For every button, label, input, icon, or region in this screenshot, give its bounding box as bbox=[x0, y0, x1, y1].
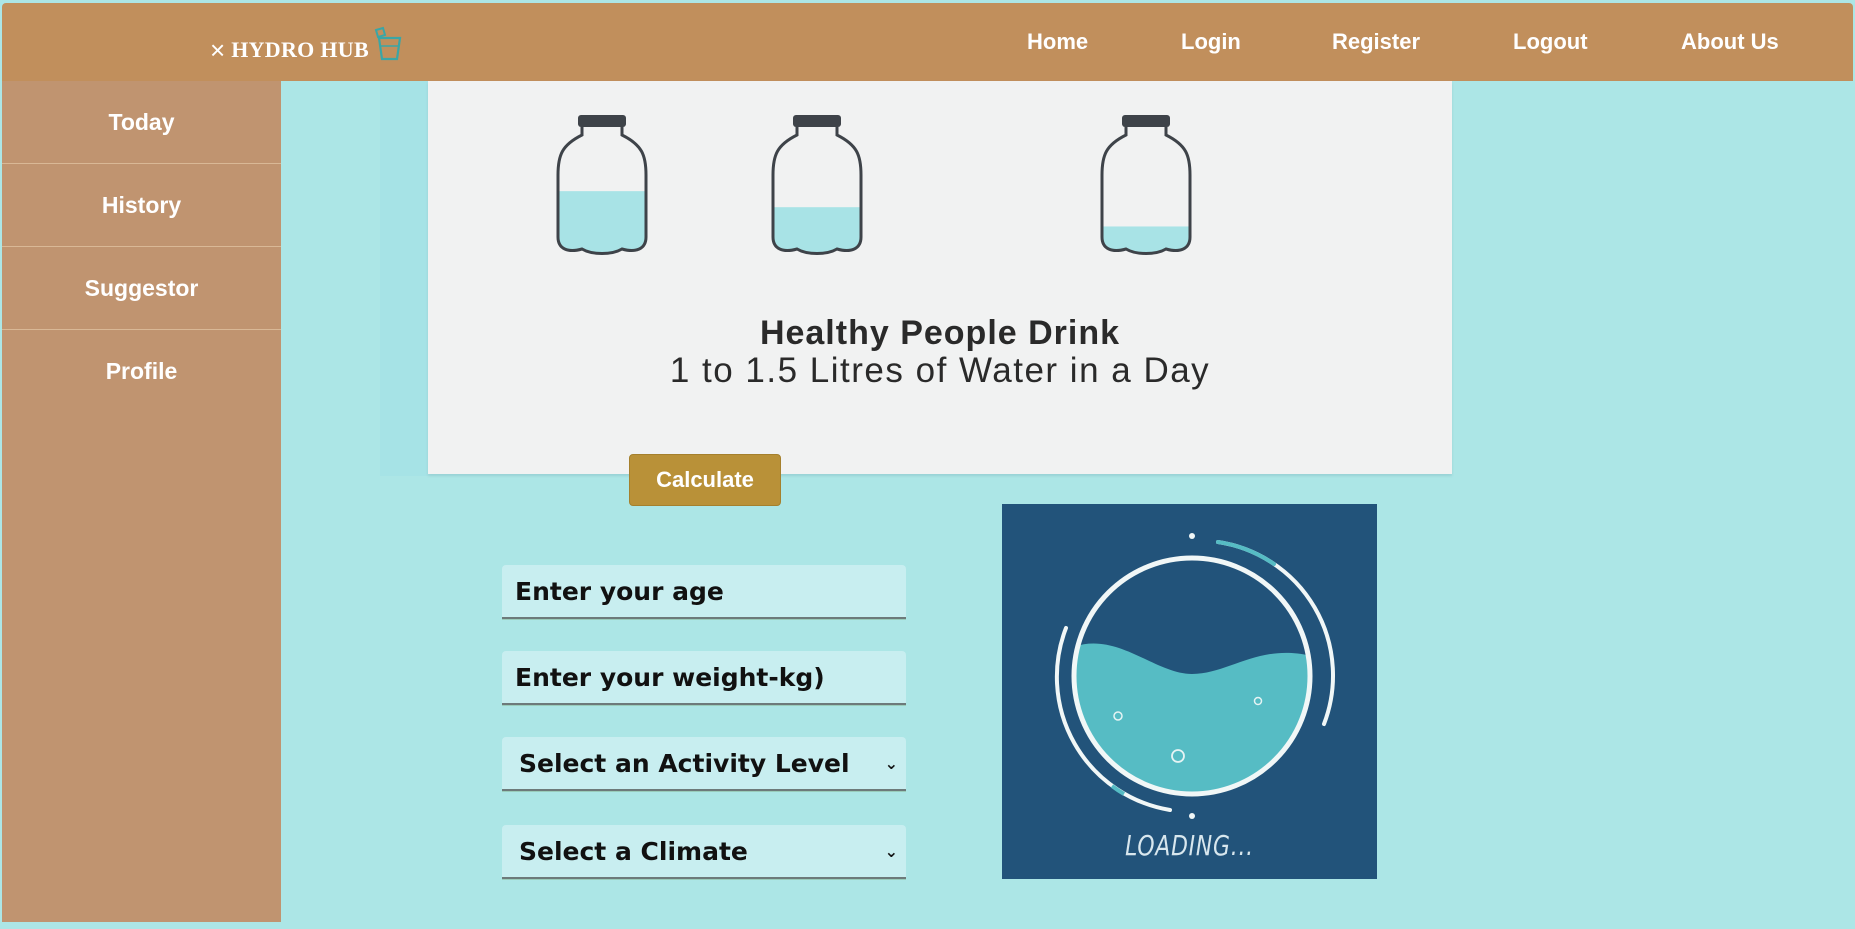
bottle-water-fill bbox=[773, 207, 861, 254]
climate-value: Select a Climate bbox=[519, 836, 748, 866]
bottle-icon bbox=[771, 115, 863, 255]
sidebar-item-today[interactable]: Today bbox=[2, 81, 281, 164]
chevron-down-icon: ⌄ bbox=[884, 753, 898, 773]
bottle-cap bbox=[1122, 115, 1170, 127]
weight-input[interactable]: Enter your weight-kg) bbox=[502, 651, 906, 705]
activity-level-select[interactable]: Select an Activity Level ⌄ bbox=[502, 737, 906, 791]
water-glass-icon bbox=[374, 26, 402, 61]
brand: × HYDRO HUB bbox=[210, 26, 403, 63]
poster-headline: Healthy People Drink bbox=[759, 314, 1121, 352]
calculate-button[interactable]: Calculate bbox=[629, 454, 781, 506]
sidebar-item-label: History bbox=[101, 191, 182, 218]
age-input[interactable]: Enter your age bbox=[502, 565, 906, 619]
nav-about-us[interactable]: About Us bbox=[1681, 29, 1779, 55]
age-placeholder: Enter your age bbox=[515, 576, 724, 606]
top-navbar: × HYDRO HUB Home Login Register Logout A… bbox=[2, 3, 1853, 81]
nav-home[interactable]: Home bbox=[1027, 29, 1088, 55]
bottle-water-fill bbox=[558, 191, 646, 254]
bottle-icon bbox=[1100, 115, 1192, 255]
poster-subheadline: 1 to 1.5 Litres of Water in a Day bbox=[669, 351, 1211, 390]
water-bottles-illustration bbox=[556, 115, 1192, 255]
chevron-down-icon: ⌄ bbox=[884, 841, 898, 861]
activity-level-value: Select an Activity Level bbox=[519, 748, 850, 778]
weight-placeholder: Enter your weight-kg) bbox=[515, 662, 825, 692]
bottle-cap bbox=[578, 115, 626, 127]
loading-text: LOADING... bbox=[1125, 829, 1254, 862]
nav-logout[interactable]: Logout bbox=[1513, 29, 1588, 55]
poster-card: Healthy People Drink 1 to 1.5 Litres of … bbox=[428, 81, 1452, 474]
sidebar-item-label: Today bbox=[108, 108, 175, 135]
bottle-cap bbox=[793, 115, 841, 127]
water-orb-icon bbox=[1054, 533, 1336, 819]
sidebar-item-label: Profile bbox=[105, 357, 178, 384]
nav-register[interactable]: Register bbox=[1332, 29, 1420, 55]
loading-animation: LOADING... bbox=[1002, 504, 1377, 879]
hydration-poster: Healthy People Drink 1 to 1.5 Litres of … bbox=[380, 81, 1452, 476]
bottle-icon bbox=[556, 115, 648, 255]
sidebar-item-label: Suggestor bbox=[84, 274, 199, 301]
climate-select[interactable]: Select a Climate ⌄ bbox=[502, 825, 906, 879]
close-icon[interactable]: × bbox=[210, 37, 225, 63]
sidebar-item-suggestor[interactable]: Suggestor bbox=[2, 247, 281, 330]
sidebar: Today History Suggestor Profile bbox=[2, 81, 281, 922]
nav-login[interactable]: Login bbox=[1181, 29, 1241, 55]
sidebar-item-history[interactable]: History bbox=[2, 164, 281, 247]
brand-name: HYDRO HUB bbox=[231, 37, 369, 62]
sidebar-item-profile[interactable]: Profile bbox=[2, 330, 281, 412]
